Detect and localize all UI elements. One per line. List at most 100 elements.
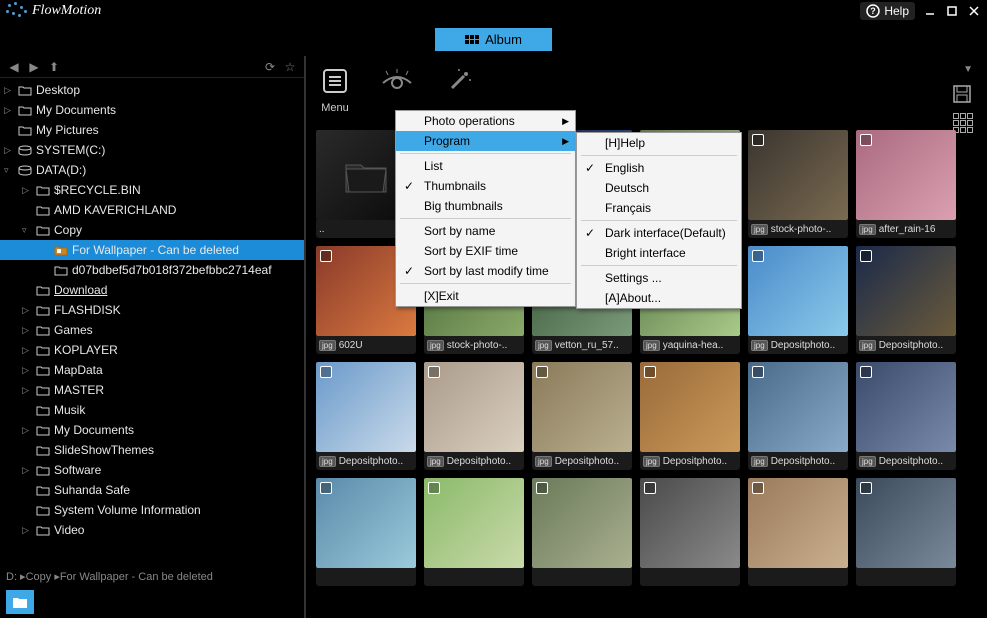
thumb-checkbox[interactable] — [752, 366, 764, 378]
expander-icon[interactable]: ▿ — [4, 165, 16, 176]
menu-item[interactable]: Deutsch — [577, 178, 741, 198]
maximize-button[interactable] — [945, 4, 959, 18]
thumb-checkbox[interactable] — [536, 366, 548, 378]
tree-item[interactable]: ▷$RECYCLE.BIN — [0, 180, 304, 200]
tree-item[interactable]: ▷Software — [0, 460, 304, 480]
tree-item[interactable]: Download — [0, 280, 304, 300]
menu-item[interactable]: [A]About... — [577, 288, 741, 308]
close-button[interactable] — [967, 4, 981, 18]
minimize-button[interactable] — [923, 4, 937, 18]
thumbnail[interactable]: jpgDepositphoto.. — [856, 246, 956, 354]
effects-tool[interactable] — [440, 62, 478, 100]
thumb-checkbox[interactable] — [428, 482, 440, 494]
menu-item[interactable]: List — [396, 156, 575, 176]
view-tool[interactable] — [378, 62, 416, 100]
menu-item[interactable]: Photo operations▶ — [396, 111, 575, 131]
expander-icon[interactable]: ▷ — [22, 465, 34, 476]
refresh-icon[interactable]: ⟳ — [262, 59, 278, 75]
menu-tool[interactable]: Menu — [316, 62, 354, 114]
folder-tree[interactable]: ▷Desktop ▷My Documents My Pictures▷SYSTEM(… — [0, 78, 304, 566]
thumb-checkbox[interactable] — [860, 134, 872, 146]
tree-item[interactable]: Musik — [0, 400, 304, 420]
new-folder-button[interactable] — [6, 590, 34, 614]
thumbnail[interactable]: jpgDepositphoto.. — [856, 362, 956, 470]
expander-icon[interactable]: ▷ — [22, 345, 34, 356]
tree-item[interactable]: SlideShowThemes — [0, 440, 304, 460]
tree-item[interactable]: ▷MapData — [0, 360, 304, 380]
thumb-checkbox[interactable] — [320, 250, 332, 262]
tree-item[interactable]: My Pictures — [0, 120, 304, 140]
grid-view-icon[interactable] — [953, 113, 973, 133]
thumbnail[interactable]: jpgDepositphoto.. — [748, 246, 848, 354]
thumbnail[interactable] — [856, 478, 956, 586]
thumb-checkbox[interactable] — [752, 482, 764, 494]
thumbnail[interactable]: jpgDepositphoto.. — [748, 362, 848, 470]
menu-item[interactable]: Français — [577, 198, 741, 218]
menu-item[interactable]: [H]Help — [577, 133, 741, 153]
thumbnail[interactable]: jpgDepositphoto.. — [316, 362, 416, 470]
thumb-checkbox[interactable] — [752, 250, 764, 262]
thumbnail[interactable]: jpgstock-photo-.. — [748, 130, 848, 238]
menu-item[interactable]: Program▶ — [396, 131, 575, 151]
tree-item[interactable]: ▷MASTER — [0, 380, 304, 400]
expander-icon[interactable]: ▷ — [22, 185, 34, 196]
tree-item[interactable]: ▷Video — [0, 520, 304, 540]
thumb-checkbox[interactable] — [860, 250, 872, 262]
tree-item[interactable]: Suhanda Safe — [0, 480, 304, 500]
expander-icon[interactable]: ▿ — [22, 225, 34, 236]
thumbnail[interactable]: jpgDepositphoto.. — [640, 362, 740, 470]
menu-item[interactable]: ✓English — [577, 158, 741, 178]
tree-item[interactable]: AMD KAVERICHLAND — [0, 200, 304, 220]
tree-item[interactable]: For Wallpaper - Can be deleted — [0, 240, 304, 260]
album-button[interactable]: Album — [435, 28, 552, 51]
thumbnail[interactable]: jpgDepositphoto.. — [532, 362, 632, 470]
expander-icon[interactable]: ▷ — [22, 325, 34, 336]
thumb-checkbox[interactable] — [320, 482, 332, 494]
menu-item[interactable]: ✓Dark interface(Default) — [577, 223, 741, 243]
thumbnail[interactable]: jpgafter_rain-16 — [856, 130, 956, 238]
thumbnail[interactable] — [748, 478, 848, 586]
expander-icon[interactable]: ▷ — [22, 365, 34, 376]
menu-item[interactable]: ✓Sort by last modify time — [396, 261, 575, 281]
thumbnail[interactable]: jpgDepositphoto.. — [424, 362, 524, 470]
tree-item[interactable]: ▷FLASHDISK — [0, 300, 304, 320]
expander-icon[interactable]: ▷ — [4, 145, 16, 156]
tree-item[interactable]: ▿DATA(D:) — [0, 160, 304, 180]
expander-icon[interactable]: ▷ — [4, 85, 16, 96]
menu-item[interactable]: Bright interface — [577, 243, 741, 263]
chevron-down-icon[interactable]: ▼ — [963, 64, 973, 75]
thumbnail[interactable] — [316, 478, 416, 586]
tree-item[interactable]: d07bdbef5d7b018f372befbbc2714eaf — [0, 260, 304, 280]
nav-forward-icon[interactable]: ▶ — [26, 59, 42, 75]
thumb-checkbox[interactable] — [644, 482, 656, 494]
thumb-checkbox[interactable] — [752, 134, 764, 146]
tree-item[interactable]: ▷My Documents — [0, 420, 304, 440]
nav-up-icon[interactable]: ⬆ — [46, 59, 62, 75]
main-context-menu[interactable]: Photo operations▶Program▶ List✓Thumbnails… — [395, 110, 576, 307]
tree-item[interactable]: ▷KOPLAYER — [0, 340, 304, 360]
save-icon[interactable] — [951, 83, 973, 105]
thumb-checkbox[interactable] — [644, 366, 656, 378]
thumbnail[interactable] — [532, 478, 632, 586]
tree-item[interactable]: ▿Copy — [0, 220, 304, 240]
thumb-checkbox[interactable] — [860, 482, 872, 494]
thumbnail[interactable] — [640, 478, 740, 586]
menu-item[interactable]: ✓Thumbnails — [396, 176, 575, 196]
thumb-checkbox[interactable] — [860, 366, 872, 378]
program-submenu[interactable]: [H]Help ✓EnglishDeutschFrançais ✓Dark inte… — [576, 132, 742, 309]
tree-item[interactable]: ▷Games — [0, 320, 304, 340]
expander-icon[interactable]: ▷ — [4, 105, 16, 116]
expander-icon[interactable]: ▷ — [22, 525, 34, 536]
tree-item[interactable]: ▷SYSTEM(C:) — [0, 140, 304, 160]
expander-icon[interactable]: ▷ — [22, 305, 34, 316]
thumbnail[interactable] — [424, 478, 524, 586]
thumb-checkbox[interactable] — [320, 366, 332, 378]
expander-icon[interactable]: ▷ — [22, 385, 34, 396]
thumb-checkbox[interactable] — [536, 482, 548, 494]
help-button[interactable]: ? Help — [860, 2, 915, 20]
thumb-checkbox[interactable] — [428, 366, 440, 378]
tree-item[interactable]: System Volume Information — [0, 500, 304, 520]
tree-item[interactable]: ▷Desktop — [0, 80, 304, 100]
menu-item[interactable]: Sort by EXIF time — [396, 241, 575, 261]
favorite-icon[interactable]: ☆ — [282, 59, 298, 75]
